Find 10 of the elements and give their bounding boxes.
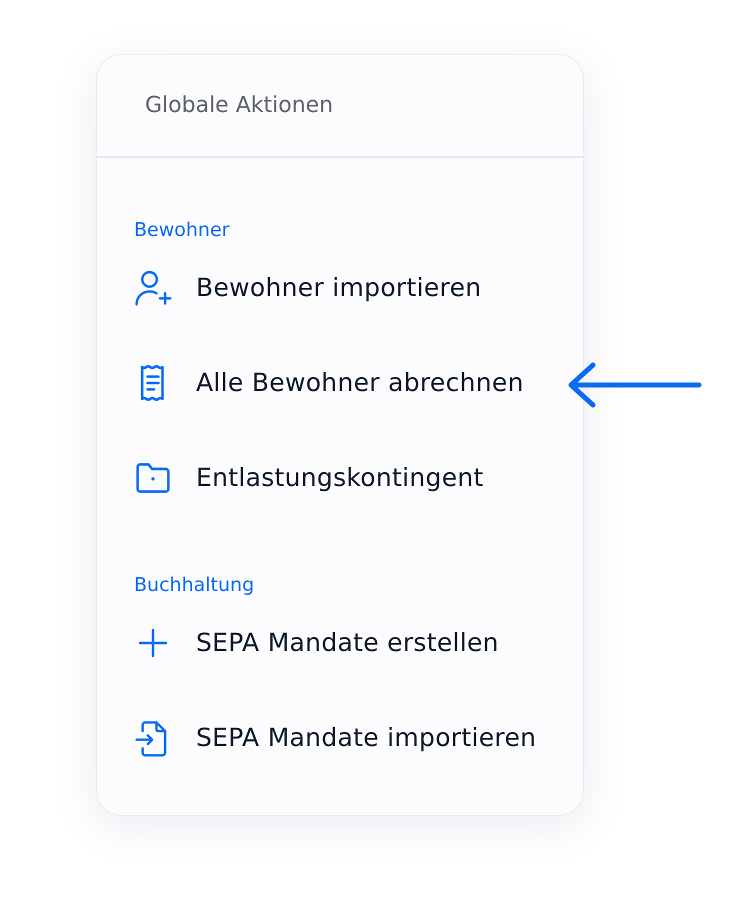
user-plus-icon [134,268,172,306]
action-item[interactable]: Entlastungskontingent [134,430,484,525]
action-item[interactable]: SEPA Mandate erstellen [134,595,499,690]
section-heading: Bewohner [134,220,230,240]
action-item[interactable]: SEPA Mandate importieren [134,690,536,785]
section-heading: Buchhaltung [134,575,254,595]
card-title: Globale Aktionen [145,93,334,118]
action-item[interactable]: Bewohner importieren [134,240,482,335]
action-item[interactable]: Alle Bewohner abrechnen [134,335,524,430]
left-arrow-icon [566,361,702,409]
